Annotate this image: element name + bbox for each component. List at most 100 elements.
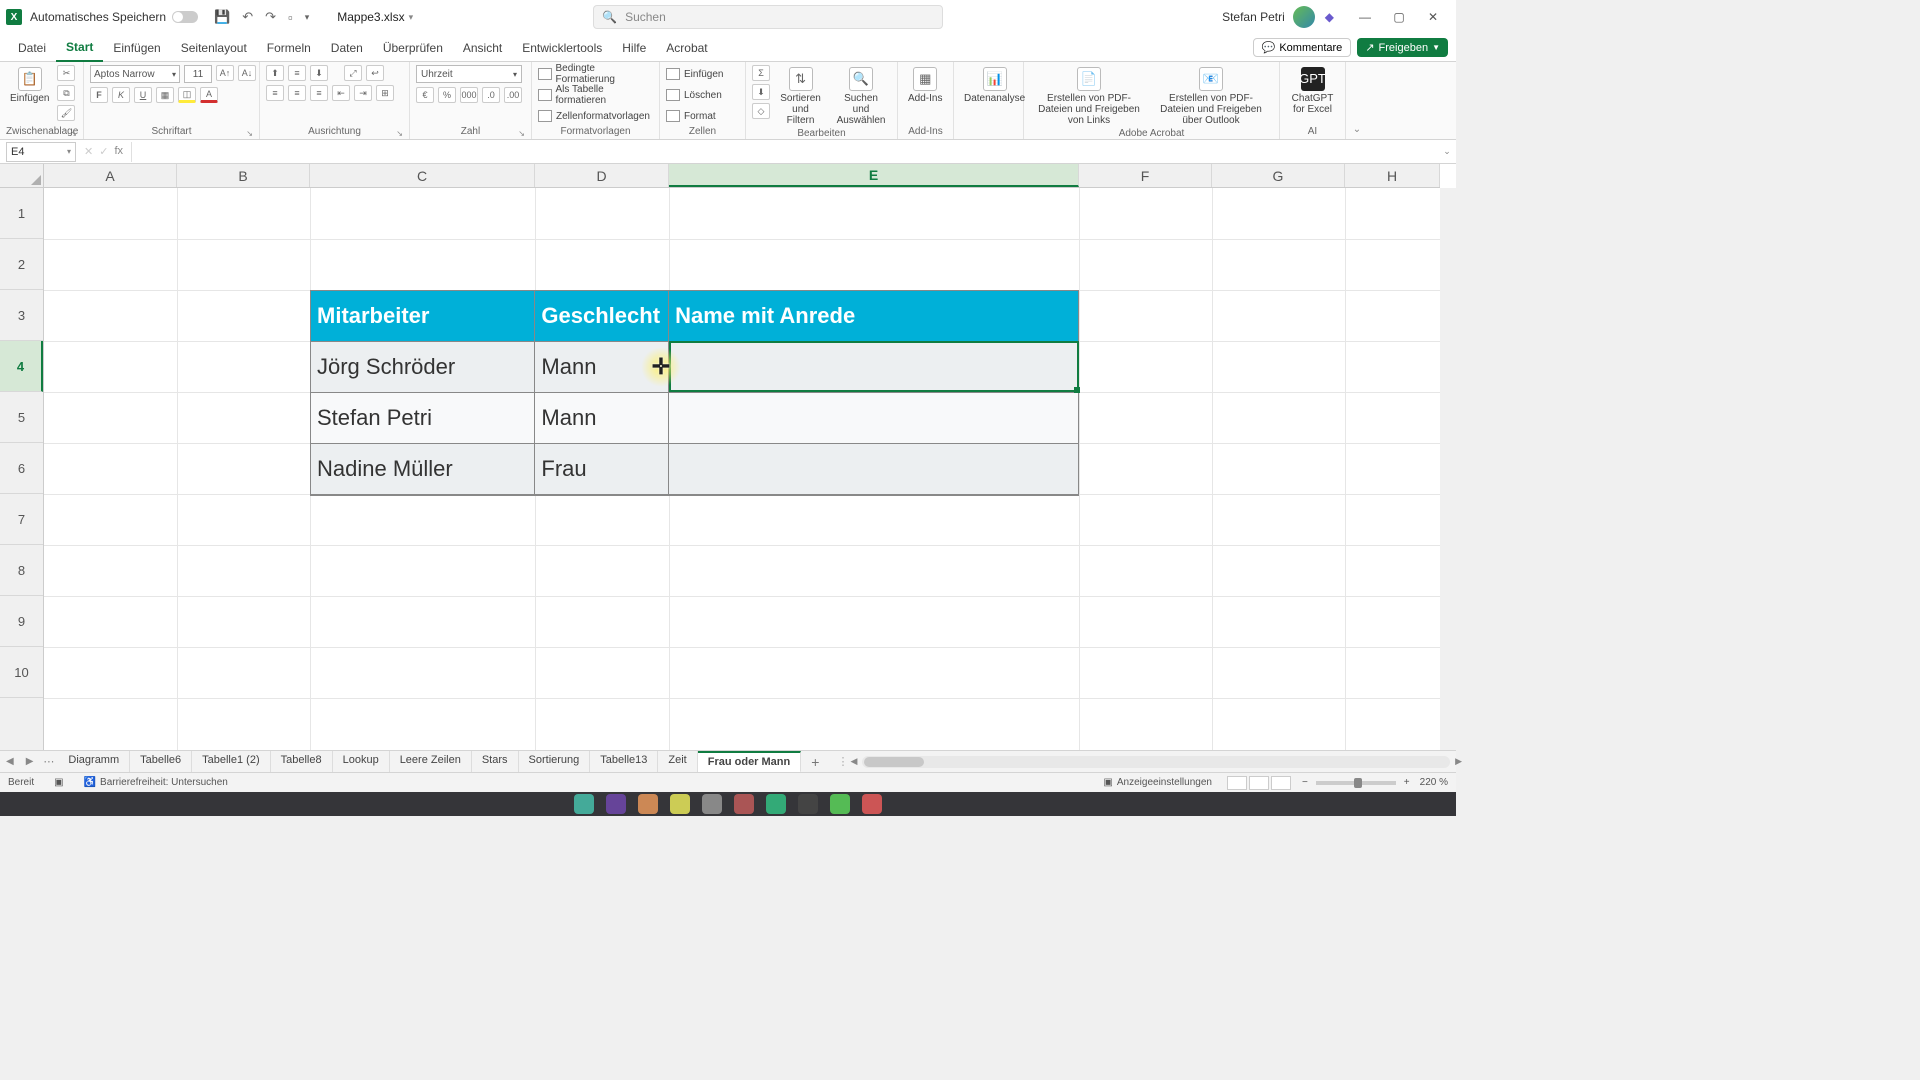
launcher-icon[interactable]: ↘ [396, 129, 403, 138]
taskbar-app-icon[interactable] [670, 794, 690, 814]
table-header-cell[interactable]: Geschlecht [535, 291, 669, 342]
align-right-icon[interactable]: ≡ [310, 85, 328, 101]
camera-icon[interactable]: ▫ [288, 10, 293, 25]
scroll-right-icon[interactable]: ▶ [1455, 756, 1462, 767]
fill-icon[interactable]: ⬇ [752, 84, 770, 100]
redo-icon[interactable]: ↷ [265, 9, 276, 25]
sheet-tab[interactable]: Tabelle6 [130, 751, 192, 773]
taskbar-app-icon[interactable] [606, 794, 626, 814]
table-cell[interactable]: Stefan Petri [311, 393, 535, 444]
sheet-tab[interactable]: Sortierung [519, 751, 591, 773]
format-painter-icon[interactable]: 🖌 [57, 105, 75, 121]
decrease-font-icon[interactable]: A↓ [238, 65, 256, 81]
sheet-tab[interactable]: Diagramm [58, 751, 130, 773]
horizontal-scrollbar[interactable]: ◀ ▶ [862, 756, 1450, 768]
column-header-B[interactable]: B [177, 164, 310, 187]
ribbon-tab-hilfe[interactable]: Hilfe [612, 34, 656, 62]
wrap-text-icon[interactable]: ↩ [366, 65, 384, 81]
filename-caret-icon[interactable]: ▾ [409, 12, 414, 23]
row-header-10[interactable]: 10 [0, 647, 43, 698]
display-settings-label[interactable]: Anzeigeeinstellungen [1117, 777, 1212, 788]
zoom-out-icon[interactable]: − [1302, 777, 1308, 788]
macro-record-icon[interactable]: ▣ [54, 777, 63, 788]
align-left-icon[interactable]: ≡ [266, 85, 284, 101]
cancel-formula-icon[interactable]: ✕ [84, 145, 93, 158]
accessibility-icon[interactable]: ♿ [84, 777, 96, 788]
percent-icon[interactable]: % [438, 87, 456, 103]
orientation-icon[interactable]: ⤢ [344, 65, 362, 81]
save-icon[interactable]: 💾 [214, 9, 230, 25]
ribbon-tab-entwicklertools[interactable]: Entwicklertools [512, 34, 612, 62]
spreadsheet-grid[interactable]: ABCDEFGH 12345678910 MitarbeiterGeschlec… [0, 164, 1456, 750]
column-header-E[interactable]: E [669, 164, 1079, 187]
font-color-icon[interactable]: A [200, 87, 218, 103]
scrollbar-thumb[interactable] [864, 757, 924, 767]
ribbon-tab-start[interactable]: Start [56, 34, 103, 62]
comments-button[interactable]: 💬 Kommentare [1253, 38, 1352, 57]
increase-indent-icon[interactable]: ⇥ [354, 85, 372, 101]
align-center-icon[interactable]: ≡ [288, 85, 306, 101]
page-break-view-icon[interactable] [1271, 776, 1291, 790]
formula-input[interactable] [131, 142, 1438, 162]
align-middle-icon[interactable]: ≡ [288, 65, 306, 81]
increase-font-icon[interactable]: A↑ [216, 65, 234, 81]
cut-icon[interactable]: ✂ [57, 65, 75, 81]
row-header-9[interactable]: 9 [0, 596, 43, 647]
chatgpt-button[interactable]: GPTChatGPT for Excel [1286, 65, 1339, 117]
ribbon-tab-acrobat[interactable]: Acrobat [656, 34, 717, 62]
sort-filter-button[interactable]: ⇅Sortieren und Filtern [774, 65, 827, 128]
display-settings-icon[interactable]: ▣ [1103, 777, 1112, 788]
diamond-icon[interactable]: ◆ [1325, 10, 1334, 24]
table-cell[interactable]: Jörg Schröder [311, 342, 535, 393]
merge-icon[interactable]: ⊞ [376, 85, 394, 101]
conditional-formatting-button[interactable]: Bedingte Formatierung [538, 65, 653, 83]
launcher-icon[interactable]: ↘ [246, 129, 253, 138]
sheet-tab[interactable]: Zeit [658, 751, 697, 773]
table-header-cell[interactable]: Mitarbeiter [311, 291, 535, 342]
row-header-7[interactable]: 7 [0, 494, 43, 545]
fx-icon[interactable]: fx [114, 145, 123, 158]
filename[interactable]: Mappe3.xlsx [337, 10, 404, 24]
zoom-in-icon[interactable]: + [1404, 777, 1410, 788]
enter-formula-icon[interactable]: ✓ [99, 145, 108, 158]
sheet-nav-left-icon[interactable]: ◀ [0, 756, 20, 767]
table-cell[interactable] [669, 393, 1078, 444]
find-select-button[interactable]: 🔍Suchen und Auswählen [831, 65, 891, 128]
table-cell[interactable]: Nadine Müller [311, 444, 535, 495]
column-header-H[interactable]: H [1345, 164, 1440, 187]
maximize-button[interactable]: ▢ [1382, 10, 1416, 24]
table-cell[interactable]: Frau [535, 444, 669, 495]
zoom-slider[interactable] [1316, 781, 1396, 785]
decrease-decimal-icon[interactable]: .00 [504, 87, 522, 103]
align-top-icon[interactable]: ⬆ [266, 65, 284, 81]
ribbon-tab-einfügen[interactable]: Einfügen [103, 34, 170, 62]
launcher-icon[interactable]: ↘ [70, 129, 77, 138]
underline-icon[interactable]: U [134, 87, 152, 103]
create-pdf-outlook-button[interactable]: 📧Erstellen von PDF-Dateien und Freigeben… [1152, 65, 1270, 128]
row-header-4[interactable]: 4 [0, 341, 43, 392]
add-sheet-button[interactable]: + [801, 754, 829, 770]
fill-color-icon[interactable]: ◫ [178, 87, 196, 103]
sheet-tab[interactable]: Tabelle8 [271, 751, 333, 773]
table-cell[interactable]: Mann [535, 393, 669, 444]
align-bottom-icon[interactable]: ⬇ [310, 65, 328, 81]
number-format-select[interactable]: Uhrzeit▾ [416, 65, 522, 83]
comma-icon[interactable]: 000 [460, 87, 478, 103]
qat-more-icon[interactable]: ▾ [305, 12, 310, 23]
accounting-icon[interactable]: € [416, 87, 434, 103]
delete-cells-button[interactable]: Löschen [666, 86, 722, 104]
copy-icon[interactable]: ⧉ [57, 85, 75, 101]
undo-icon[interactable]: ↶ [242, 9, 253, 25]
table-cell[interactable] [669, 342, 1078, 393]
page-layout-view-icon[interactable] [1249, 776, 1269, 790]
ribbon-tab-ansicht[interactable]: Ansicht [453, 34, 512, 62]
sheet-menu-icon[interactable]: ⋯ [39, 755, 58, 768]
cell-styles-button[interactable]: Zellenformatvorlagen [538, 107, 650, 125]
column-header-A[interactable]: A [44, 164, 177, 187]
taskbar-app-icon[interactable] [766, 794, 786, 814]
format-cells-button[interactable]: Format [666, 107, 716, 125]
create-pdf-links-button[interactable]: 📄Erstellen von PDF-Dateien und Freigeben… [1030, 65, 1148, 128]
scroll-left-icon[interactable]: ◀ [850, 756, 857, 767]
row-header-2[interactable]: 2 [0, 239, 43, 290]
search-box[interactable]: 🔍 Suchen [593, 5, 943, 29]
